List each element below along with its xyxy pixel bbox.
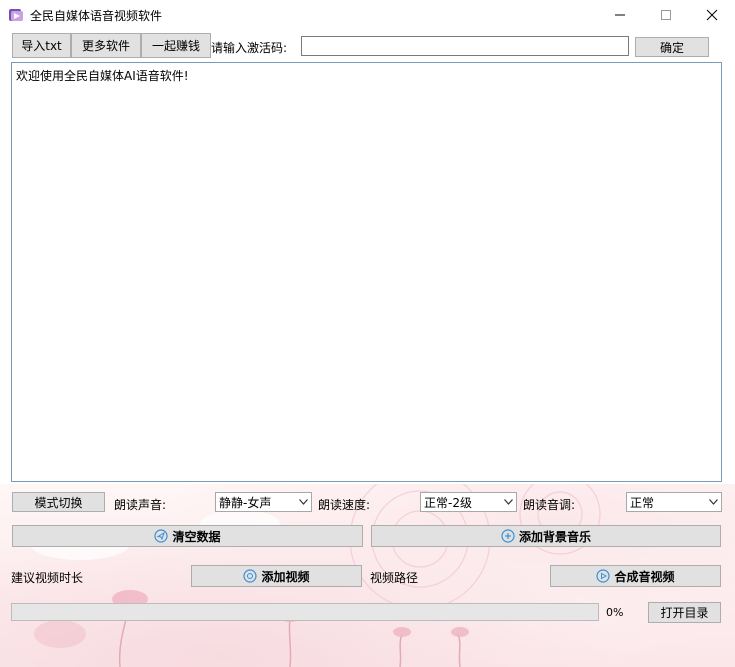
chevron-down-icon (500, 499, 516, 505)
voice-label: 朗读声音: (114, 498, 167, 512)
clear-data-button[interactable]: 清空数据 (12, 525, 363, 547)
maximize-icon (661, 10, 671, 20)
send-icon (154, 529, 169, 543)
plus-circle-icon (501, 529, 515, 543)
activation-code-input[interactable] (301, 36, 629, 56)
confirm-label: 确定 (659, 40, 684, 55)
video-disc-icon (243, 569, 258, 583)
clear-data-label: 清空数据 (172, 529, 221, 544)
mode-switch-label: 模式切换 (34, 495, 83, 510)
voice-select-value: 静静-女声 (219, 495, 272, 510)
voice-select[interactable]: 静静-女声 (215, 492, 312, 512)
compose-button[interactable]: 合成音视频 (550, 565, 721, 587)
earn-together-label: 一起赚钱 (151, 39, 200, 53)
more-software-label: 更多软件 (81, 39, 130, 53)
mode-switch-button[interactable]: 模式切换 (12, 492, 105, 512)
video-path-label: 视频路径 (370, 571, 419, 585)
open-directory-label: 打开目录 (660, 606, 709, 620)
compose-label: 合成音视频 (614, 569, 675, 584)
suggest-duration-label: 建议视频时长 (11, 571, 84, 585)
speed-select-value: 正常-2级 (424, 495, 472, 510)
chevron-down-icon (295, 499, 311, 505)
close-icon (706, 9, 718, 21)
more-software-button[interactable]: 更多软件 (71, 33, 141, 58)
app-logo-icon (8, 7, 24, 23)
import-txt-label: 导入txt (21, 39, 62, 53)
pitch-select[interactable]: 正常 (626, 492, 722, 512)
progress-percent: 0% (606, 606, 624, 619)
app-window: 全民自媒体语音视频软件 导入txt 更多软件 一起赚钱 请输入激活码: 确定 欢… (0, 0, 735, 667)
minimize-icon (615, 14, 625, 16)
title-bar: 全民自媒体语音视频软件 (0, 0, 735, 30)
add-bgm-button[interactable]: 添加背景音乐 (371, 525, 721, 547)
confirm-button[interactable]: 确定 (635, 37, 709, 57)
text-editor[interactable]: 欢迎使用全民自媒体AI语音软件! (11, 62, 722, 482)
activation-code-label: 请输入激活码: (211, 41, 288, 55)
window-title: 全民自媒体语音视频软件 (30, 9, 163, 23)
pitch-select-value: 正常 (630, 495, 655, 510)
open-directory-button[interactable]: 打开目录 (648, 602, 721, 623)
minimize-button[interactable] (597, 0, 643, 30)
chevron-down-icon (705, 499, 721, 505)
add-video-button[interactable]: 添加视频 (191, 565, 362, 587)
import-txt-button[interactable]: 导入txt (12, 33, 71, 58)
earn-together-button[interactable]: 一起赚钱 (141, 33, 211, 58)
close-button[interactable] (689, 0, 735, 30)
speed-label: 朗读速度: (318, 498, 371, 512)
play-circle-icon (596, 569, 611, 583)
progress-bar (11, 603, 599, 621)
speed-select[interactable]: 正常-2级 (420, 492, 517, 512)
maximize-button[interactable] (643, 0, 689, 30)
add-bgm-label: 添加背景音乐 (518, 529, 591, 544)
pitch-label: 朗读音调: (523, 498, 576, 512)
add-video-label: 添加视频 (261, 569, 310, 584)
